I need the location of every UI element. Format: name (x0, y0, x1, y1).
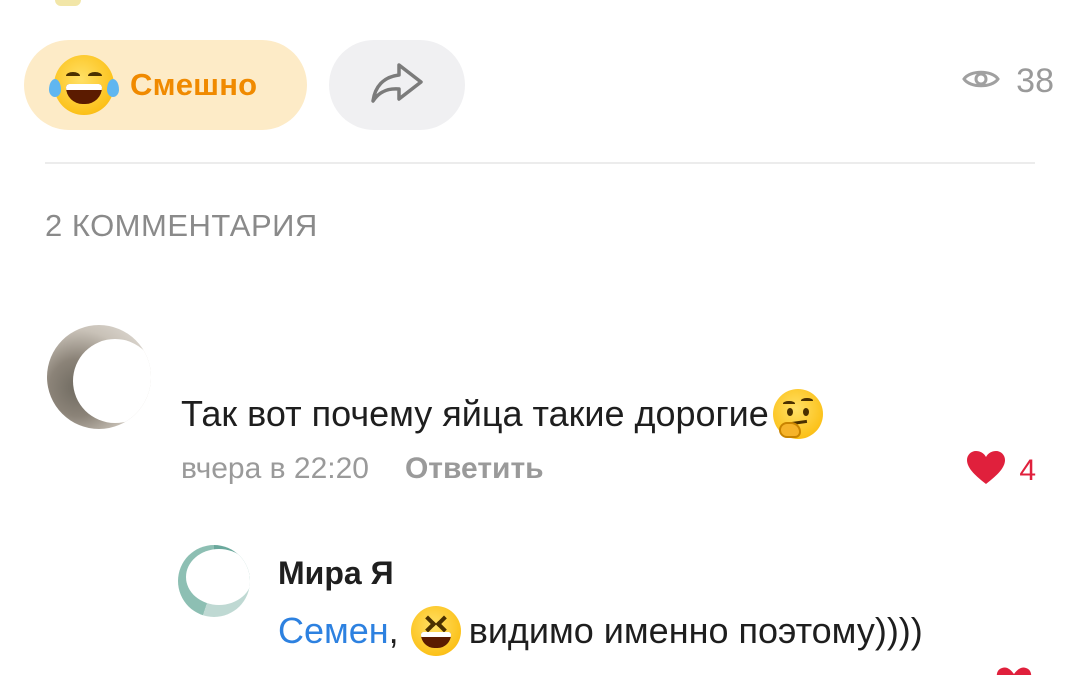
comment-meta: вчера в 22:20 Ответить (181, 452, 544, 486)
like-count: 4 (1019, 453, 1036, 487)
reaction-label: Смешно (130, 67, 258, 102)
share-button[interactable] (329, 40, 465, 130)
reply-body: видимо именно поэтому)))) (468, 610, 923, 651)
heart-icon (965, 450, 1007, 491)
grinning-squinting-face-icon (410, 606, 461, 656)
comment-body: Так вот почему яйца такие дорогие (181, 393, 769, 434)
reaction-funny-button[interactable]: Смешно (24, 40, 307, 130)
comments-count-header: 2 КОММЕНТАРИЯ (45, 208, 318, 243)
comment-text: Так вот почему яйца такие дорогие (181, 389, 823, 439)
heart-icon[interactable] (994, 662, 1034, 675)
reply-avatar[interactable] (178, 545, 250, 617)
mention-link[interactable]: Семен (278, 610, 389, 652)
views-count: 38 (1016, 62, 1054, 100)
avatar[interactable] (47, 325, 151, 429)
reply-text: Семен , видимо именно поэтому)))) (278, 606, 923, 656)
divider (45, 162, 1035, 164)
thinking-face-icon (772, 389, 823, 439)
like-button[interactable]: 4 (965, 450, 1036, 491)
eye-icon (962, 66, 1000, 97)
share-arrow-icon (369, 61, 425, 110)
previous-content-edge (55, 0, 81, 6)
reply-author-name[interactable]: Мира Я (278, 555, 394, 592)
comment-timestamp: вчера в 22:20 (181, 452, 369, 485)
views-counter: 38 (962, 62, 1054, 101)
face-with-tears-of-joy-icon (49, 55, 119, 115)
reply-comma: , (388, 610, 399, 651)
post-comments-screen: Смешно 38 2 КОММЕНТАРИЯ Так вот почему я… (0, 0, 1080, 675)
reply-button[interactable]: Ответить (405, 452, 544, 486)
